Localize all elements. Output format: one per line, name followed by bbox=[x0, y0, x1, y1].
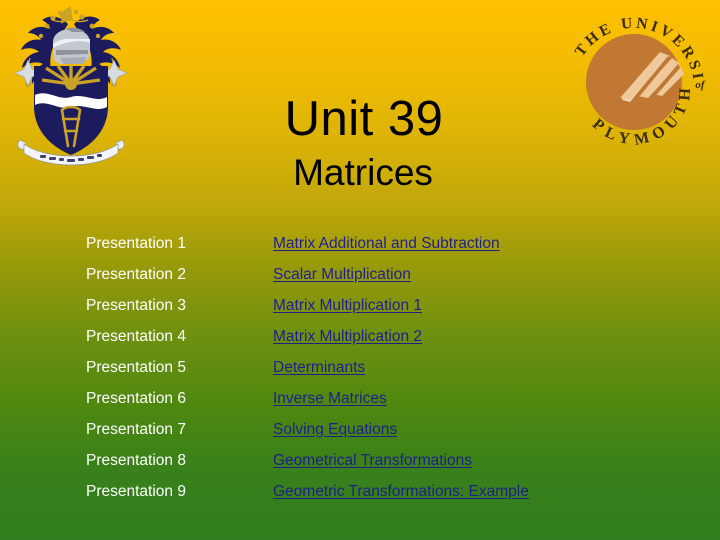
presentation-link-cell: Matrix Multiplication 2 bbox=[273, 321, 686, 352]
logo-ring-text-of: of bbox=[695, 79, 706, 91]
presentation-label: Presentation 9 bbox=[86, 482, 186, 500]
presentation-label: Presentation 7 bbox=[86, 420, 186, 438]
presentation-label: Presentation 5 bbox=[86, 358, 186, 376]
link-scalar-multiplication[interactable]: Scalar Multiplication bbox=[273, 266, 411, 283]
coat-of-arms bbox=[6, 0, 136, 170]
link-geometrical-transformations[interactable]: Geometrical Transformations bbox=[273, 452, 472, 469]
table-row: Presentation 1 Matrix Additional and Sub… bbox=[86, 228, 686, 259]
table-row: Presentation 4 Matrix Multiplication 2 bbox=[86, 321, 686, 352]
link-matrix-multiplication-2[interactable]: Matrix Multiplication 2 bbox=[273, 328, 422, 345]
presentation-link-cell: Solving Equations bbox=[273, 414, 686, 445]
university-of-plymouth-logo: THE UNIVERSITY PLYMOUTH of bbox=[549, 0, 712, 158]
contents-table: Presentation 1 Matrix Additional and Sub… bbox=[86, 228, 686, 507]
table-row: Presentation 3 Matrix Multiplication 1 bbox=[86, 290, 686, 321]
presentation-label: Presentation 1 bbox=[86, 234, 186, 252]
link-determinants[interactable]: Determinants bbox=[273, 359, 365, 376]
presentation-link-cell: Inverse Matrices bbox=[273, 383, 686, 414]
presentation-link-cell: Geometric Transformations: Example bbox=[273, 476, 686, 507]
presentation-label: Presentation 2 bbox=[86, 265, 186, 283]
presentation-link-cell: Scalar Multiplication bbox=[273, 259, 686, 290]
table-row: Presentation 8 Geometrical Transformatio… bbox=[86, 445, 686, 476]
presentation-label: Presentation 6 bbox=[86, 389, 186, 407]
presentation-label: Presentation 4 bbox=[86, 327, 186, 345]
table-row: Presentation 7 Solving Equations bbox=[86, 414, 686, 445]
table-row: Presentation 6 Inverse Matrices bbox=[86, 383, 686, 414]
presentation-label: Presentation 8 bbox=[86, 451, 186, 469]
coat-of-arms-icon bbox=[14, 6, 128, 166]
presentation-link-cell: Matrix Additional and Subtraction bbox=[273, 228, 686, 259]
link-inverse-matrices[interactable]: Inverse Matrices bbox=[273, 390, 387, 407]
table-row: Presentation 5 Determinants bbox=[86, 352, 686, 383]
link-matrix-multiplication-1[interactable]: Matrix Multiplication 1 bbox=[273, 297, 422, 314]
presentation-slide: THE UNIVERSITY PLYMOUTH of Unit 39 Matri… bbox=[0, 0, 720, 540]
presentation-link-cell: Determinants bbox=[273, 352, 686, 383]
link-matrix-addition-subtraction[interactable]: Matrix Additional and Subtraction bbox=[273, 235, 500, 252]
table-row: Presentation 9 Geometric Transformations… bbox=[86, 476, 686, 507]
presentation-link-cell: Matrix Multiplication 1 bbox=[273, 290, 686, 321]
presentation-label: Presentation 3 bbox=[86, 296, 186, 314]
link-solving-equations[interactable]: Solving Equations bbox=[273, 421, 397, 438]
link-geometric-transformations-example[interactable]: Geometric Transformations: Example bbox=[273, 483, 529, 500]
plymouth-roundel-icon: THE UNIVERSITY PLYMOUTH of bbox=[549, 0, 706, 149]
presentation-link-cell: Geometrical Transformations bbox=[273, 445, 686, 476]
table-row: Presentation 2 Scalar Multiplication bbox=[86, 259, 686, 290]
